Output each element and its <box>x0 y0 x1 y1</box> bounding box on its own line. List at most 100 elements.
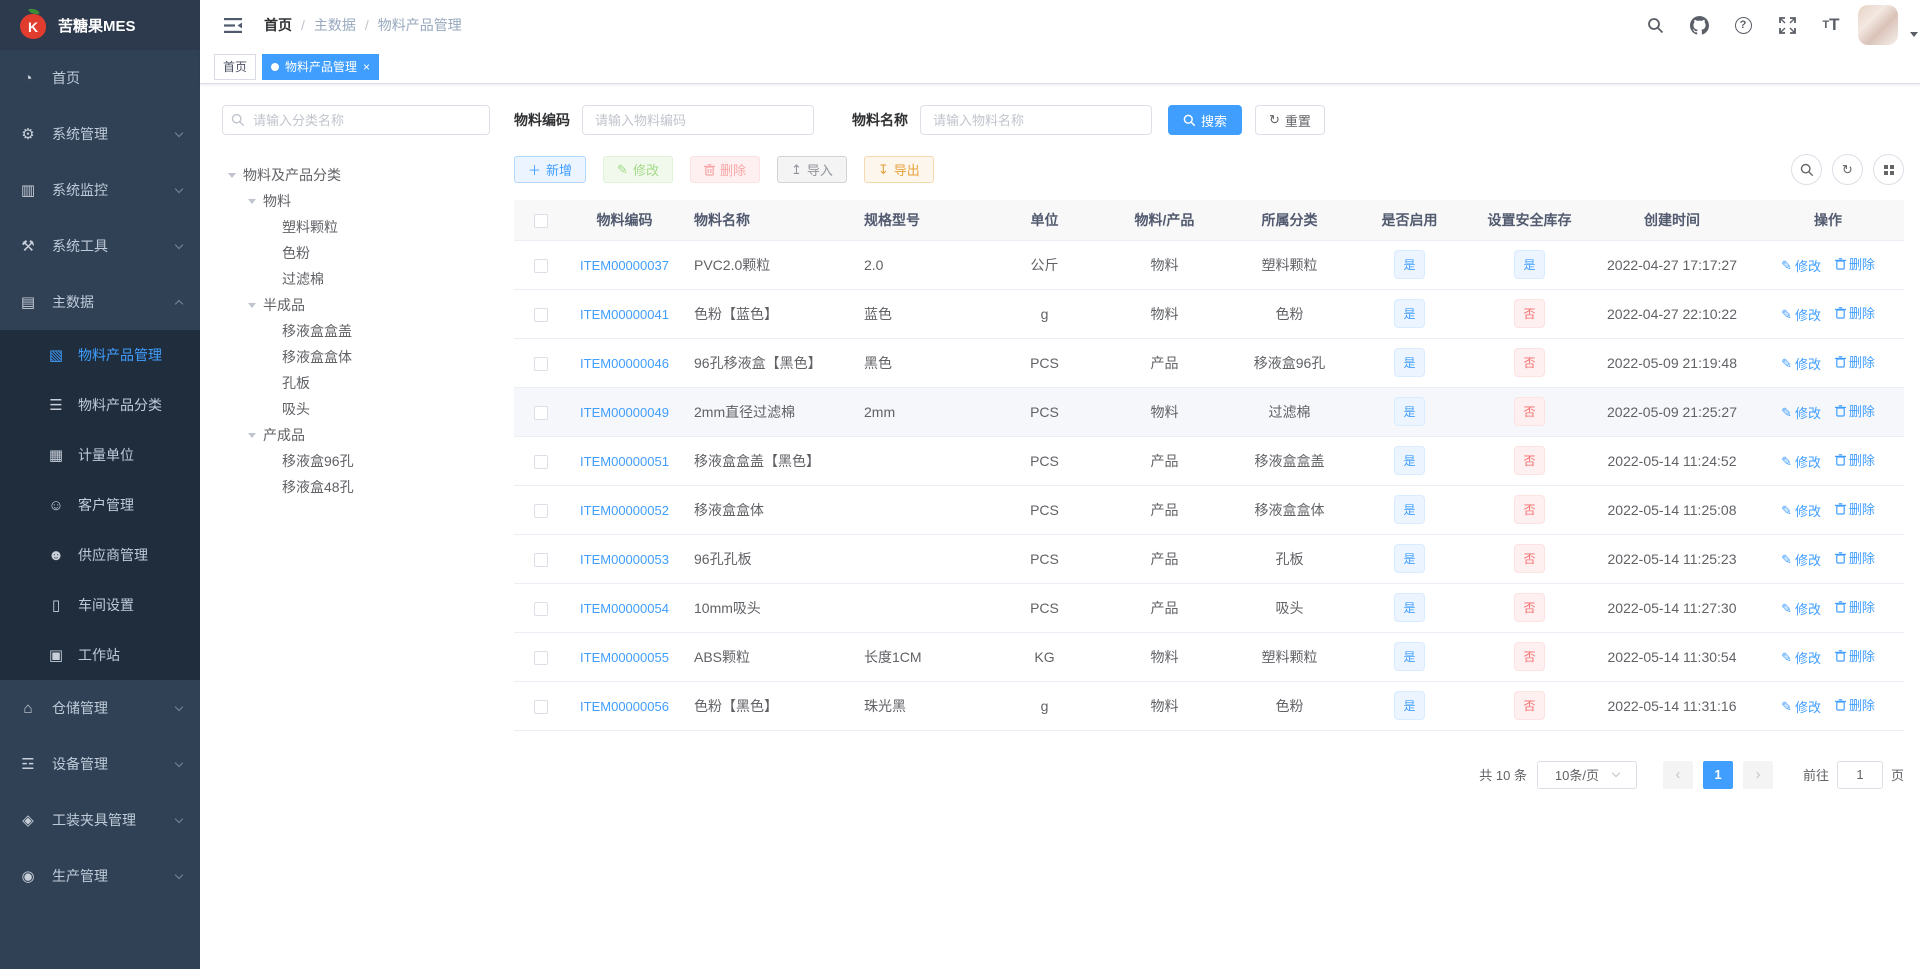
material-code-link[interactable]: ITEM00000046 <box>580 356 669 371</box>
row-delete-link[interactable]: 删除 <box>1834 548 1875 567</box>
add-button[interactable]: ＋新增 <box>514 156 587 183</box>
material-code-link[interactable]: ITEM00000055 <box>580 650 669 665</box>
tab[interactable]: 物料产品管理 × <box>262 53 380 80</box>
tab[interactable]: 首页 <box>214 53 257 80</box>
row-checkbox[interactable] <box>533 650 548 665</box>
row-delete-link[interactable]: 删除 <box>1834 303 1875 322</box>
material-code-link[interactable]: ITEM00000049 <box>580 405 669 420</box>
sidebar-item[interactable]: ⚙ 系统管理 <box>0 106 200 162</box>
sidebar-item[interactable]: ◈ 工装夹具管理 <box>0 792 200 848</box>
row-edit-link[interactable]: ✎ 修改 <box>1781 697 1821 716</box>
sidebar-item[interactable]: ▦ 计量单位 <box>0 430 200 480</box>
tree-node[interactable]: 移液盒盒盖 <box>222 318 490 344</box>
row-edit-link[interactable]: ✎ 修改 <box>1781 452 1821 471</box>
name-input[interactable] <box>920 105 1152 135</box>
tree-node[interactable]: 过滤棉 <box>222 266 490 292</box>
sidebar-item[interactable]: ▥ 系统监控 <box>0 162 200 218</box>
select-all-checkbox[interactable] <box>533 213 548 228</box>
row-checkbox[interactable] <box>533 601 548 616</box>
edit-button[interactable]: ✎ 修改 <box>603 156 673 183</box>
row-edit-link[interactable]: ✎ 修改 <box>1781 648 1821 667</box>
row-checkbox[interactable] <box>533 503 548 518</box>
sidebar-item[interactable]: ▣ 工作站 <box>0 630 200 680</box>
tree-node[interactable]: 移液盒盒体 <box>222 344 490 370</box>
sidebar-item[interactable]: ⚒ 系统工具 <box>0 218 200 274</box>
delete-button[interactable]: 删除 <box>689 156 760 183</box>
row-delete-link[interactable]: 删除 <box>1834 646 1875 665</box>
goto-page-input[interactable] <box>1836 760 1883 789</box>
row-delete-link[interactable]: 删除 <box>1834 597 1875 616</box>
search-icon[interactable] <box>1638 8 1672 42</box>
tree-node[interactable]: 孔板 <box>222 370 490 396</box>
tree-node[interactable]: 产成品 <box>222 422 490 448</box>
material-code-link[interactable]: ITEM00000051 <box>580 454 669 469</box>
code-input[interactable] <box>582 105 814 135</box>
fullscreen-icon[interactable] <box>1770 8 1804 42</box>
row-delete-link[interactable]: 删除 <box>1834 450 1875 469</box>
row-checkbox[interactable] <box>533 405 548 420</box>
row-checkbox[interactable] <box>533 454 548 469</box>
tree-node[interactable]: 半成品 <box>222 292 490 318</box>
help-icon[interactable]: ? <box>1726 8 1760 42</box>
row-edit-link[interactable]: ✎ 修改 <box>1781 305 1821 324</box>
columns-button[interactable] <box>1873 154 1904 185</box>
material-code-link[interactable]: ITEM00000056 <box>580 699 669 714</box>
row-checkbox[interactable] <box>533 356 548 371</box>
tree-node[interactable]: 色粉 <box>222 240 490 266</box>
reset-button[interactable]: ↻ 重置 <box>1255 105 1325 135</box>
caret-down-icon[interactable] <box>1910 31 1918 37</box>
sidebar-item[interactable]: ☻ 供应商管理 <box>0 530 200 580</box>
row-edit-link[interactable]: ✎ 修改 <box>1781 550 1821 569</box>
material-code-link[interactable]: ITEM00000037 <box>580 258 669 273</box>
row-delete-link[interactable]: 删除 <box>1834 695 1875 714</box>
sidebar-item[interactable]: ◔ 首页 <box>0 50 200 106</box>
row-delete-link[interactable]: 删除 <box>1834 254 1875 273</box>
sidebar-item[interactable]: ▧ 物料产品管理 <box>0 330 200 380</box>
prev-page-button[interactable]: ‹ <box>1662 760 1693 789</box>
material-code-link[interactable]: ITEM00000054 <box>580 601 669 616</box>
sidebar-item[interactable]: ☲ 设备管理 <box>0 736 200 792</box>
category-search-input[interactable] <box>222 105 490 135</box>
row-checkbox[interactable] <box>533 307 548 322</box>
row-edit-link[interactable]: ✎ 修改 <box>1781 354 1821 373</box>
row-edit-link[interactable]: ✎ 修改 <box>1781 403 1821 422</box>
material-code-link[interactable]: ITEM00000053 <box>580 552 669 567</box>
search-button[interactable]: 搜索 <box>1168 105 1243 135</box>
tree-node[interactable]: 塑料颗粒 <box>222 214 490 240</box>
refresh-button[interactable]: ↻ <box>1832 154 1863 185</box>
sidebar-item[interactable]: ◉ 生产管理 <box>0 848 200 904</box>
current-page-button[interactable]: 1 <box>1702 760 1733 789</box>
breadcrumb-home[interactable]: 首页 <box>264 15 292 35</box>
row-edit-link[interactable]: ✎ 修改 <box>1781 599 1821 618</box>
export-button[interactable]: ↧ 导出 <box>863 156 934 183</box>
next-page-button[interactable]: › <box>1742 760 1773 789</box>
close-icon[interactable]: × <box>363 61 370 73</box>
row-checkbox[interactable] <box>533 552 548 567</box>
font-size-icon[interactable]: TT <box>1814 8 1848 42</box>
row-edit-link[interactable]: ✎ 修改 <box>1781 501 1821 520</box>
tree-node[interactable]: 吸头 <box>222 396 490 422</box>
tree-node[interactable]: 物料 <box>222 188 490 214</box>
avatar[interactable] <box>1858 5 1898 45</box>
sidebar-item[interactable]: ⌂ 仓储管理 <box>0 680 200 736</box>
row-checkbox[interactable] <box>533 699 548 714</box>
sidebar-item[interactable]: ☰ 物料产品分类 <box>0 380 200 430</box>
sidebar-item[interactable]: ☺ 客户管理 <box>0 480 200 530</box>
row-edit-link[interactable]: ✎ 修改 <box>1781 256 1821 275</box>
import-button[interactable]: ↥ 导入 <box>776 156 847 183</box>
sidebar-item[interactable]: ▤ 主数据 <box>0 274 200 330</box>
github-icon[interactable] <box>1682 8 1716 42</box>
material-code-link[interactable]: ITEM00000052 <box>580 503 669 518</box>
tree-node[interactable]: 物料及产品分类 <box>222 162 490 188</box>
row-delete-link[interactable]: 删除 <box>1834 401 1875 420</box>
tree-node[interactable]: 移液盒96孔 <box>222 448 490 474</box>
sidebar-toggle-icon[interactable] <box>214 17 252 33</box>
row-checkbox[interactable] <box>533 258 548 273</box>
page-size-select[interactable]: 10条/页 <box>1536 760 1637 789</box>
tree-node[interactable]: 移液盒48孔 <box>222 474 490 500</box>
material-code-link[interactable]: ITEM00000041 <box>580 307 669 322</box>
show-search-button[interactable] <box>1791 154 1822 185</box>
row-delete-link[interactable]: 删除 <box>1834 352 1875 371</box>
sidebar-item[interactable]: ▯ 车间设置 <box>0 580 200 630</box>
row-delete-link[interactable]: 删除 <box>1834 499 1875 518</box>
